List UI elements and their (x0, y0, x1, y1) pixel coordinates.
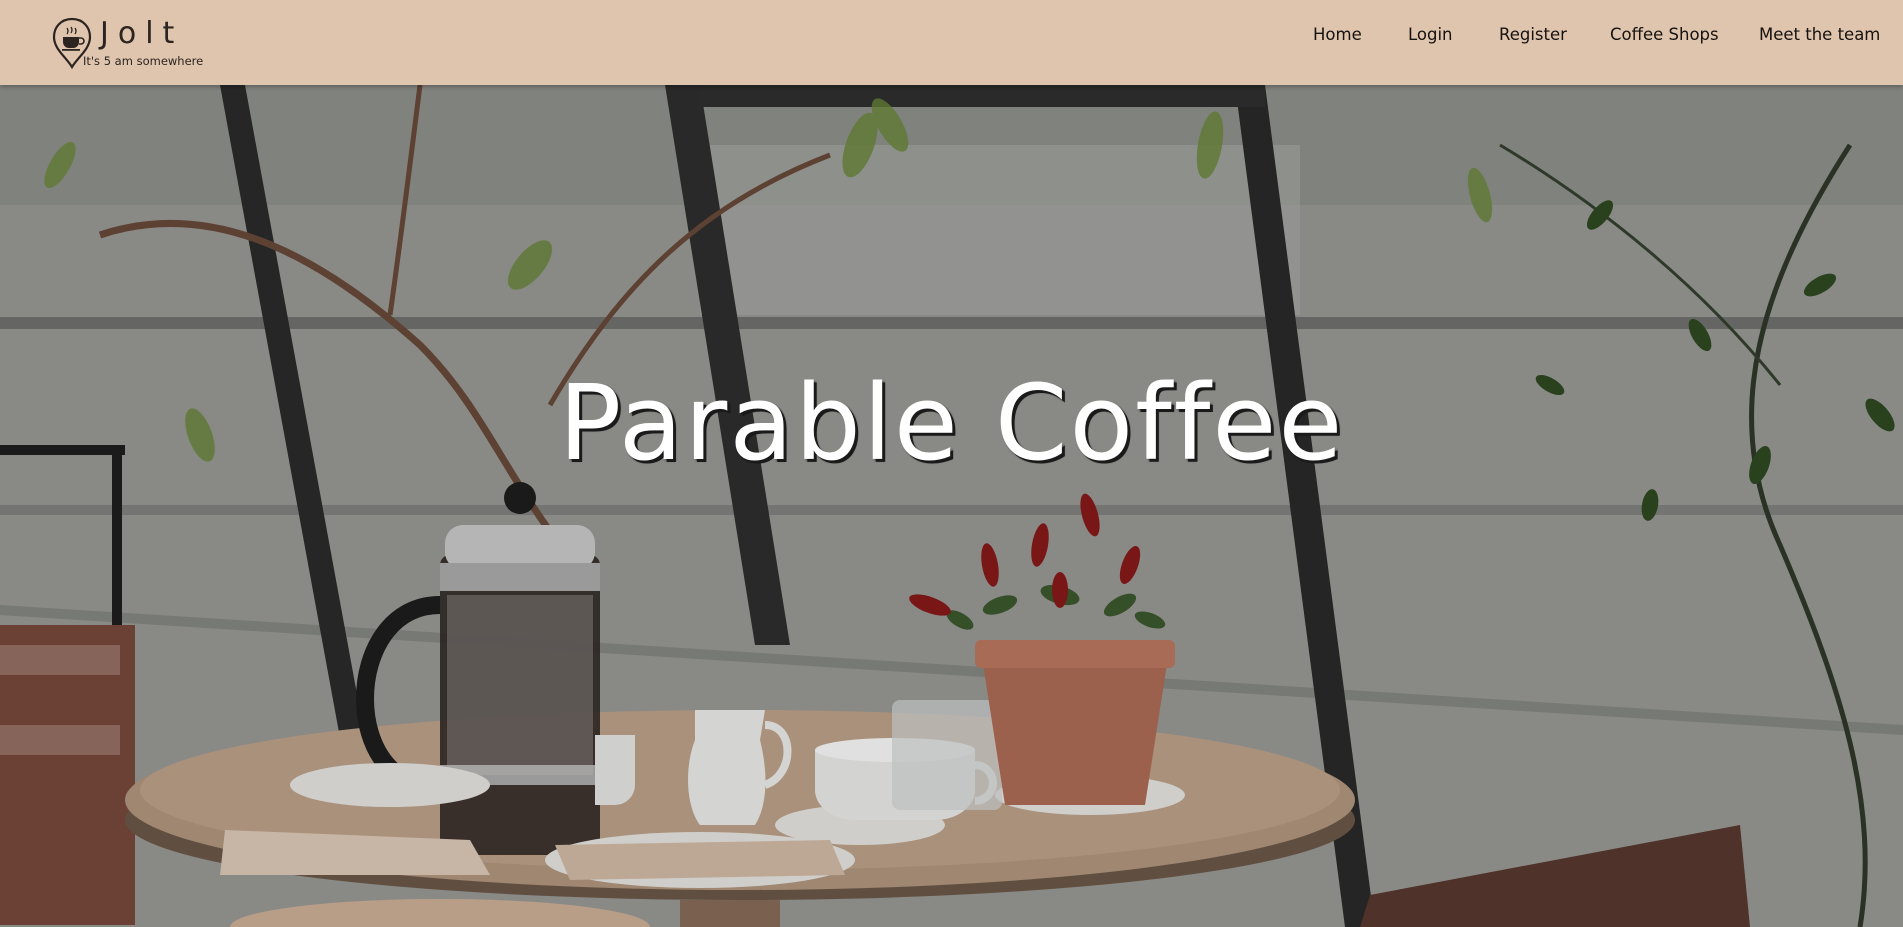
hero-title: Parable Coffee (558, 362, 1345, 484)
brand-logo-link[interactable]: Jolt It's 5 am somewhere (52, 16, 222, 71)
brand-name: Jolt (100, 16, 184, 51)
nav-link-meet-the-team[interactable]: Meet the team (1759, 25, 1880, 44)
navbar: Jolt It's 5 am somewhere Home Login Regi… (0, 0, 1903, 85)
nav-link-login[interactable]: Login (1408, 25, 1453, 44)
nav-link-coffee-shops[interactable]: Coffee Shops (1610, 25, 1719, 44)
brand-tagline: It's 5 am somewhere (83, 54, 204, 68)
hero-background-image (0, 85, 1903, 927)
nav-link-home[interactable]: Home (1313, 25, 1362, 44)
nav-link-register[interactable]: Register (1499, 25, 1567, 44)
hero-section: Parable Coffee (0, 85, 1903, 927)
